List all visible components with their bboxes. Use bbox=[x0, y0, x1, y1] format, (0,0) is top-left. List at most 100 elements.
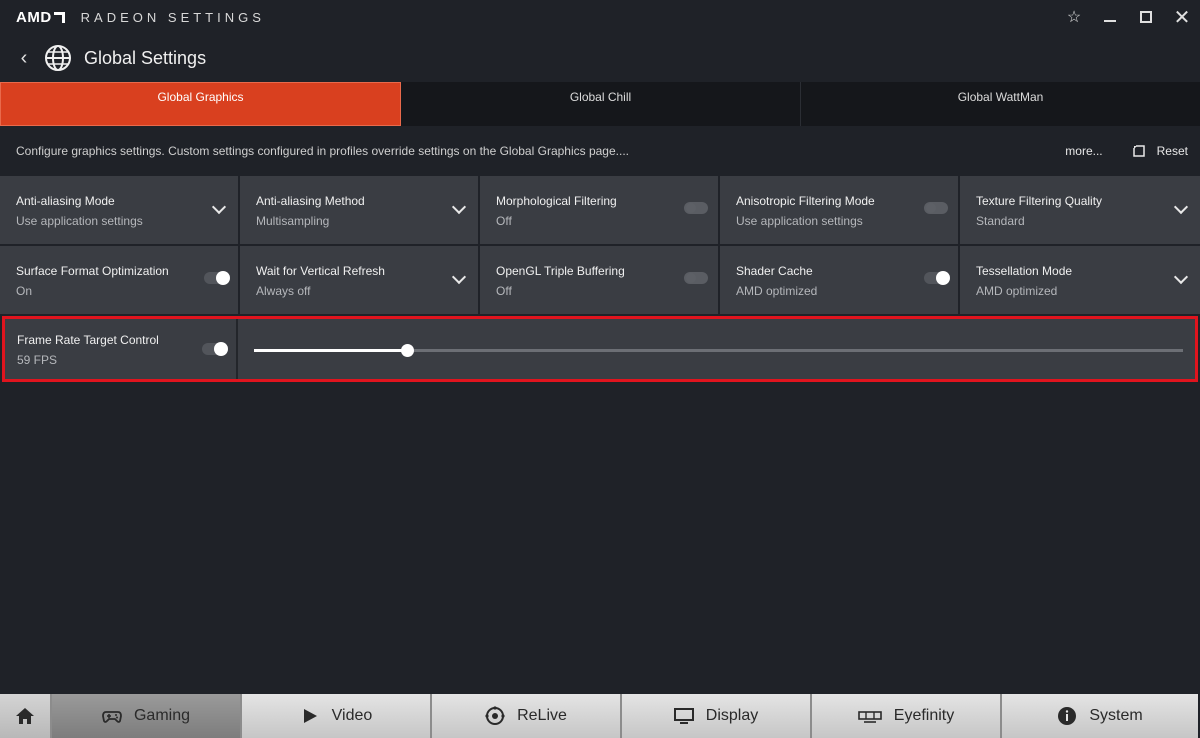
back-button[interactable]: ‹ bbox=[8, 47, 40, 70]
setting-anti-aliasing-method[interactable]: Anti-aliasing Method Multisampling bbox=[240, 176, 478, 244]
nav-video[interactable]: Video bbox=[242, 694, 432, 738]
setting-value: AMD optimized bbox=[976, 284, 1058, 298]
eyefinity-icon bbox=[857, 711, 882, 723]
gamepad-icon bbox=[102, 711, 122, 723]
nav-label: ReLive bbox=[517, 707, 567, 724]
monitor-icon bbox=[673, 708, 694, 724]
maximize-button[interactable] bbox=[1128, 0, 1164, 34]
setting-tessellation-mode[interactable]: Tessellation Mode AMD optimized bbox=[960, 246, 1200, 314]
maximize-icon bbox=[1140, 11, 1152, 23]
tab-label: Global Graphics bbox=[157, 90, 244, 104]
settings-grid: Anti-aliasing Mode Use application setti… bbox=[0, 176, 1200, 316]
chevron-left-icon: ‹ bbox=[20, 46, 28, 69]
setting-title: Anti-aliasing Method bbox=[256, 194, 365, 208]
toggle-knob bbox=[936, 271, 950, 285]
setting-title: Anti-aliasing Mode bbox=[16, 194, 115, 208]
toggle-switch[interactable] bbox=[684, 202, 708, 214]
toggle-switch[interactable] bbox=[924, 271, 950, 285]
nav-label: System bbox=[1089, 707, 1143, 724]
setting-title: Wait for Vertical Refresh bbox=[256, 264, 385, 278]
toggle-knob bbox=[686, 203, 696, 213]
nav-display[interactable]: Display bbox=[622, 694, 812, 738]
setting-value: AMD optimized bbox=[736, 284, 818, 298]
nav-label: Eyefinity bbox=[893, 707, 955, 724]
tab-label: Global WattMan bbox=[957, 90, 1044, 104]
more-link[interactable]: more... bbox=[1065, 144, 1102, 158]
favorite-button[interactable]: ☆ bbox=[1056, 0, 1092, 34]
setting-value: Off bbox=[496, 214, 512, 228]
setting-value: Off bbox=[496, 284, 512, 298]
setting-value: Use application settings bbox=[736, 214, 863, 228]
reset-label: Reset bbox=[1156, 144, 1188, 158]
tab-global-chill[interactable]: Global Chill bbox=[401, 82, 801, 126]
amd-logo: AMD bbox=[16, 9, 65, 26]
star-icon: ☆ bbox=[1066, 9, 1082, 26]
tab-global-graphics[interactable]: Global Graphics bbox=[0, 82, 401, 126]
toggle-switch[interactable] bbox=[684, 272, 708, 284]
toggle-switch[interactable] bbox=[202, 342, 228, 356]
minimize-icon bbox=[1104, 20, 1116, 22]
toggle-knob bbox=[216, 271, 230, 285]
setting-title: Tessellation Mode bbox=[976, 264, 1073, 278]
setting-shader-cache[interactable]: Shader Cache AMD optimized bbox=[720, 246, 958, 314]
setting-morphological-filtering[interactable]: Morphological Filtering Off bbox=[480, 176, 718, 244]
amd-logo-text: AMD bbox=[16, 8, 52, 26]
page-title: Global Settings bbox=[84, 47, 207, 68]
slider-fill bbox=[254, 349, 408, 352]
info-bar: Configure graphics settings. Custom sett… bbox=[0, 126, 1200, 176]
setting-value: Standard bbox=[976, 214, 1025, 228]
setting-value: On bbox=[16, 284, 33, 298]
globe-icon bbox=[45, 45, 71, 71]
toggle-knob bbox=[926, 203, 936, 213]
setting-anti-aliasing-mode[interactable]: Anti-aliasing Mode Use application setti… bbox=[0, 176, 238, 244]
toggle-knob bbox=[686, 273, 696, 283]
toggle-switch[interactable] bbox=[204, 271, 230, 285]
frame-rate-setting[interactable]: Frame Rate Target Control 59 FPS bbox=[5, 319, 238, 379]
amd-arrow-icon bbox=[53, 11, 65, 23]
frame-rate-target-control: Frame Rate Target Control 59 FPS bbox=[2, 316, 1198, 382]
slider-track[interactable] bbox=[254, 344, 1183, 357]
nav-system[interactable]: System bbox=[1002, 694, 1198, 738]
nav-eyefinity[interactable]: Eyefinity bbox=[812, 694, 1002, 738]
home-icon bbox=[16, 708, 34, 724]
tab-bar: Global Graphics Global Chill Global Watt… bbox=[0, 82, 1200, 126]
window-controls: ☆ ✕ bbox=[1056, 0, 1200, 34]
setting-value: Always off bbox=[256, 284, 311, 298]
nav-label: Gaming bbox=[133, 707, 191, 724]
close-button[interactable]: ✕ bbox=[1164, 0, 1200, 34]
description-text: Configure graphics settings. Custom sett… bbox=[16, 144, 629, 158]
page-header: ‹ Global Settings bbox=[0, 34, 1200, 82]
toggle-knob bbox=[214, 342, 228, 356]
setting-texture-filtering-quality[interactable]: Texture Filtering Quality Standard bbox=[960, 176, 1200, 244]
frame-rate-slider[interactable] bbox=[238, 319, 1195, 379]
nav-home[interactable] bbox=[0, 694, 52, 738]
setting-title: Texture Filtering Quality bbox=[976, 194, 1103, 208]
settings-row: Surface Format Optimization On Wait for … bbox=[0, 246, 1200, 314]
setting-value: Use application settings bbox=[16, 214, 143, 228]
relive-icon bbox=[485, 706, 505, 725]
app-title: RADEON SETTINGS bbox=[80, 9, 265, 25]
setting-wait-for-vertical-refresh[interactable]: Wait for Vertical Refresh Always off bbox=[240, 246, 478, 314]
settings-row: Anti-aliasing Mode Use application setti… bbox=[0, 176, 1200, 244]
reset-icon bbox=[1132, 145, 1145, 157]
close-icon: ✕ bbox=[1173, 6, 1191, 29]
nav-label: Display bbox=[705, 707, 759, 724]
setting-surface-format-optimization[interactable]: Surface Format Optimization On bbox=[0, 246, 238, 314]
nav-relive[interactable]: ReLive bbox=[432, 694, 622, 738]
tab-label: Global Chill bbox=[569, 90, 632, 104]
nav-gaming[interactable]: Gaming bbox=[52, 694, 242, 738]
minimize-button[interactable] bbox=[1092, 0, 1128, 34]
title-bar: AMD RADEON SETTINGS ☆ ✕ bbox=[0, 0, 1200, 34]
reset-button[interactable]: Reset bbox=[1132, 144, 1188, 158]
tab-global-wattman[interactable]: Global WattMan bbox=[801, 82, 1200, 126]
play-icon bbox=[303, 709, 317, 723]
setting-anisotropic-filtering-mode[interactable]: Anisotropic Filtering Mode Use applicati… bbox=[720, 176, 958, 244]
setting-opengl-triple-buffering[interactable]: OpenGL Triple Buffering Off bbox=[480, 246, 718, 314]
info-icon bbox=[1058, 707, 1077, 725]
nav-label: Video bbox=[331, 707, 373, 724]
toggle-switch[interactable] bbox=[924, 202, 948, 214]
bottom-nav: Gaming Video ReLive Display Eyefinity Sy… bbox=[0, 694, 1200, 738]
setting-value: 59 FPS bbox=[17, 353, 58, 367]
setting-value: Multisampling bbox=[256, 214, 330, 228]
slider-thumb[interactable] bbox=[401, 344, 415, 357]
